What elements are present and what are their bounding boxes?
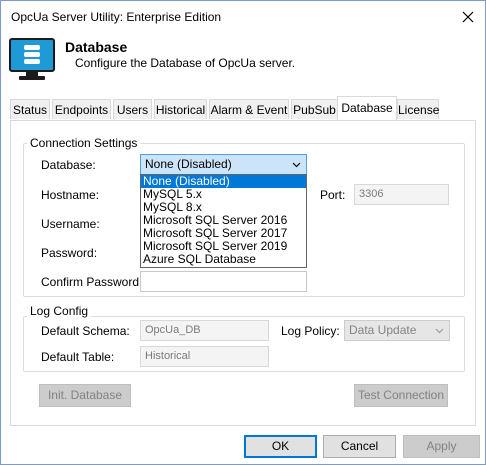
- chevron-down-icon: [292, 162, 301, 168]
- tab-database[interactable]: Database: [337, 96, 397, 120]
- confirm-password-label: Confirm Password:: [41, 275, 143, 289]
- title-bar[interactable]: OpcUa Server Utility: Enterprise Edition: [1, 1, 485, 32]
- port-field[interactable]: 3306: [354, 184, 449, 205]
- close-button[interactable]: [451, 1, 485, 32]
- password-label: Password:: [41, 246, 98, 260]
- dialog-window: OpcUa Server Utility: Enterprise Edition…: [0, 0, 486, 465]
- test-connection-button[interactable]: Test Connection: [354, 384, 448, 407]
- log-policy-select[interactable]: Data Update: [344, 320, 450, 341]
- database-select[interactable]: None (Disabled): [140, 154, 307, 175]
- hostname-label: Hostname:: [41, 188, 100, 202]
- tab-endpoints[interactable]: Endpoints: [52, 99, 111, 119]
- database-dropdown-list[interactable]: None (Disabled) MySQL 5.x MySQL 8.x Micr…: [140, 174, 307, 268]
- default-table-label: Default Table:: [41, 350, 115, 364]
- apply-button[interactable]: Apply: [403, 435, 480, 458]
- log-config-legend: Log Config: [27, 304, 92, 318]
- header-subtitle: Configure the Database of OpcUa server.: [75, 56, 296, 70]
- confirm-password-field[interactable]: [140, 271, 307, 292]
- tab-license[interactable]: License: [397, 99, 439, 119]
- database-select-value: None (Disabled): [145, 157, 232, 171]
- tab-users[interactable]: Users: [113, 99, 152, 119]
- init-database-button[interactable]: Init. Database: [39, 384, 131, 407]
- default-schema-label: Default Schema:: [41, 324, 130, 338]
- chevron-down-icon: [435, 328, 444, 334]
- default-table-field[interactable]: Historical: [140, 346, 269, 367]
- log-policy-label: Log Policy:: [281, 324, 340, 338]
- database-monitor-icon: [9, 37, 55, 83]
- username-label: Username:: [41, 217, 100, 231]
- connection-settings-legend: Connection Settings: [27, 136, 141, 150]
- tab-status[interactable]: Status: [10, 99, 50, 119]
- close-icon: [462, 11, 474, 22]
- cancel-button[interactable]: Cancel: [323, 435, 396, 458]
- dropdown-option[interactable]: Azure SQL Database: [141, 253, 306, 266]
- ok-button[interactable]: OK: [244, 435, 317, 458]
- header-title: Database: [65, 39, 128, 55]
- log-policy-value: Data Update: [349, 323, 417, 337]
- tab-pubsub[interactable]: PubSub: [291, 99, 338, 119]
- window-title: OpcUa Server Utility: Enterprise Edition: [11, 10, 222, 24]
- tab-alarm-event[interactable]: Alarm & Event: [209, 99, 289, 119]
- database-label: Database:: [41, 158, 96, 172]
- tab-historical[interactable]: Historical: [154, 99, 207, 119]
- port-label: Port:: [320, 188, 346, 202]
- default-schema-field[interactable]: OpcUa_DB: [140, 320, 269, 341]
